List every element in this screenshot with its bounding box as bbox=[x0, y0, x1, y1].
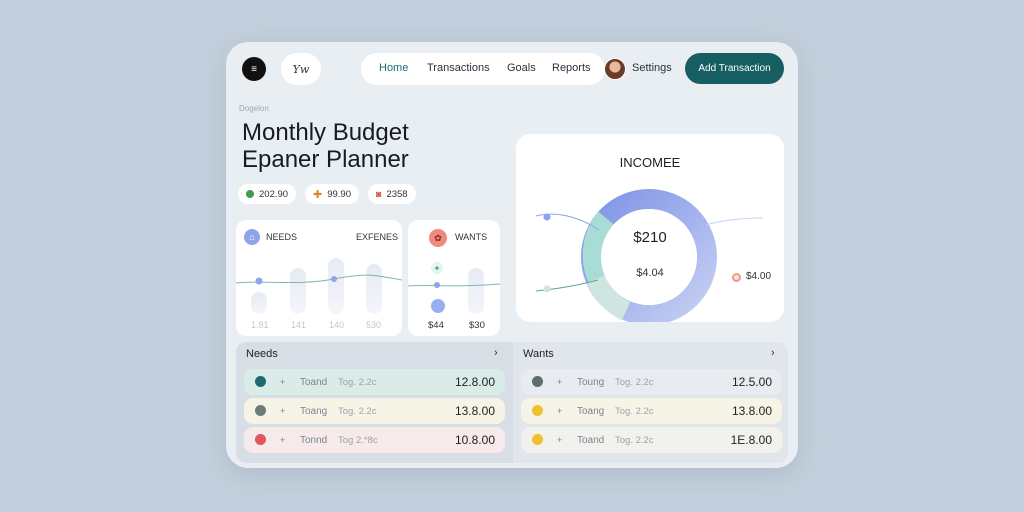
add-transaction-button[interactable]: Add Transaction bbox=[685, 53, 784, 84]
item-name: Toand bbox=[300, 376, 328, 388]
item-name: Toung bbox=[577, 376, 605, 388]
breadcrumb[interactable]: Dogelon bbox=[239, 104, 269, 113]
item-tag: Tog 2.*8c bbox=[338, 434, 378, 446]
item-tag: Tog. 2.2c bbox=[615, 434, 654, 446]
category-dot-icon bbox=[532, 405, 543, 416]
category-dot-icon bbox=[532, 434, 543, 445]
wants-label: $30 bbox=[469, 320, 485, 331]
page-title: Monthly Budget Epaner Planner bbox=[242, 119, 482, 173]
plus-icon: + bbox=[557, 435, 563, 445]
chip-value: 99.90 bbox=[327, 188, 351, 200]
income-card[interactable]: INCOMEE $210 $4.04 $4.00 bbox=[516, 134, 784, 322]
needs-panel-title: Needs bbox=[246, 348, 278, 360]
list-item[interactable]: + Toang Tog. 2.2c 13.8.00 bbox=[244, 398, 505, 424]
chip-value: 202.90 bbox=[259, 188, 289, 200]
plus-icon: + bbox=[280, 435, 286, 445]
list-item[interactable]: + Toand Tog. 2.2c 12.8.00 bbox=[244, 369, 505, 395]
item-tag: Tog. 2.2c bbox=[338, 376, 377, 388]
plus-icon: + bbox=[557, 377, 563, 387]
plus-icon: ✚ bbox=[313, 188, 323, 201]
income-donut-chart bbox=[535, 189, 764, 322]
needs-panel: Needs › + Toand Tog. 2.2c 12.8.00 + Toan… bbox=[236, 342, 513, 463]
item-amount: 13.8.00 bbox=[454, 404, 495, 418]
needs-card[interactable]: ⌂ NEEDS EXFENES 1.81 141 140 530 bbox=[236, 220, 402, 336]
needs-label: 140 bbox=[329, 320, 345, 330]
needs-label: 530 bbox=[366, 320, 382, 330]
item-tag: Tog. 2.2c bbox=[615, 376, 654, 388]
wants-label: $44 bbox=[428, 320, 444, 331]
plus-icon: + bbox=[280, 406, 286, 416]
green-dot-icon bbox=[246, 190, 254, 198]
red-dot-icon bbox=[732, 273, 741, 282]
summary-chip-2[interactable]: ✚ 99.90 bbox=[305, 184, 359, 204]
chevron-right-icon[interactable]: › bbox=[494, 347, 498, 359]
summary-chip-3[interactable]: ◙ 2358 bbox=[368, 184, 416, 204]
income-sub-value: $4.04 bbox=[636, 267, 664, 279]
wants-panel-title: Wants bbox=[523, 348, 554, 360]
item-name: Toang bbox=[300, 405, 328, 417]
item-amount: 10.8.00 bbox=[454, 433, 495, 447]
list-item[interactable]: + Toand Tog. 2.2c 1E.8.00 bbox=[521, 427, 782, 453]
bag-icon: ◙ bbox=[376, 189, 382, 199]
summary-chip-1[interactable]: 202.90 bbox=[238, 184, 297, 204]
plus-icon: + bbox=[557, 406, 563, 416]
category-dot-icon bbox=[255, 434, 266, 445]
item-name: Tonnd bbox=[300, 434, 328, 446]
list-item[interactable]: + Toang Tog. 2.2c 13.8.00 bbox=[521, 398, 782, 424]
page-title-line-1: Monthly Budget bbox=[242, 119, 409, 146]
wants-trend-line bbox=[408, 282, 500, 313]
item-tag: Tog. 2.2c bbox=[615, 405, 654, 417]
nav-home[interactable]: Home bbox=[379, 62, 408, 74]
item-amount: 13.8.00 bbox=[731, 404, 772, 418]
app-logo[interactable]: ≡ bbox=[242, 57, 266, 81]
chevron-right-icon[interactable]: › bbox=[771, 347, 775, 359]
list-item[interactable]: + Tonnd Tog 2.*8c 10.8.00 bbox=[244, 427, 505, 453]
nav-settings[interactable]: Settings bbox=[632, 62, 672, 74]
item-amount: 1E.8.00 bbox=[730, 433, 772, 447]
item-name: Toang bbox=[577, 405, 605, 417]
page-title-line-2: Epaner Planner bbox=[242, 146, 409, 173]
nav-transactions[interactable]: Transactions bbox=[427, 62, 490, 74]
nav-goals[interactable]: Goals bbox=[507, 62, 536, 74]
item-name: Toand bbox=[577, 434, 605, 446]
signature-badge: Yw bbox=[281, 53, 321, 85]
avatar[interactable] bbox=[604, 58, 626, 80]
app-window: ≡ Yw Home Transactions Goals Reports Set… bbox=[226, 42, 798, 468]
needs-label: 141 bbox=[291, 320, 307, 330]
nav-reports[interactable]: Reports bbox=[552, 62, 591, 74]
main-nav: Home Transactions Goals Reports bbox=[361, 53, 605, 85]
item-tag: Tog. 2.2c bbox=[338, 405, 377, 417]
chip-value: 2358 bbox=[386, 188, 408, 200]
wants-card[interactable]: ✿ WANTS ✦ $44 $30 bbox=[408, 220, 500, 336]
category-dot-icon bbox=[532, 376, 543, 387]
item-amount: 12.8.00 bbox=[454, 375, 495, 389]
income-total: $210 bbox=[633, 229, 667, 246]
item-amount: 12.5.00 bbox=[731, 375, 772, 389]
category-dot-icon bbox=[255, 376, 266, 387]
list-item[interactable]: + Toung Tog. 2.2c 12.5.00 bbox=[521, 369, 782, 395]
needs-trend-line bbox=[236, 274, 402, 285]
income-side-value: $4.00 bbox=[746, 271, 772, 282]
needs-label: 1.81 bbox=[251, 320, 269, 330]
category-dot-icon bbox=[255, 405, 266, 416]
plus-icon: + bbox=[280, 377, 286, 387]
wants-panel: Wants › + Toung Tog. 2.2c 12.5.00 + Toan… bbox=[513, 342, 788, 463]
